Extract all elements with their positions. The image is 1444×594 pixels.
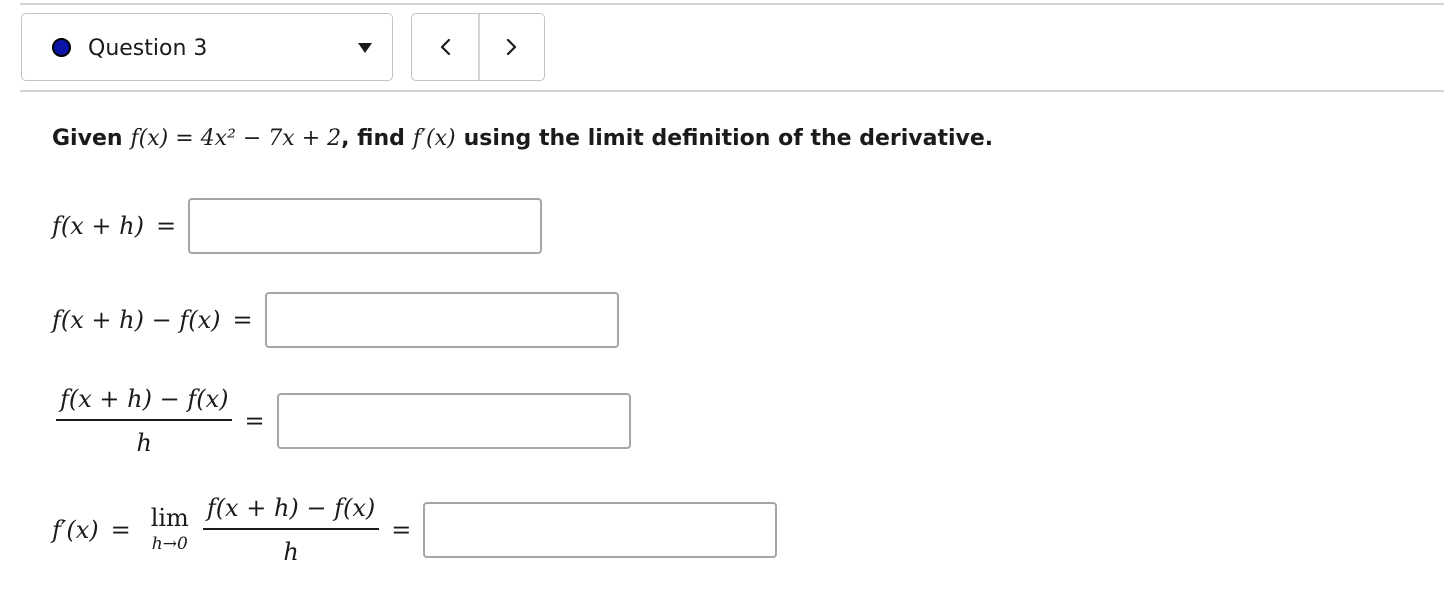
row4-denominator: h (283, 538, 299, 566)
prompt-rest: using the limit definition of the deriva… (463, 126, 994, 151)
row4-lhs: f′(x) (52, 516, 99, 544)
header-divider (20, 90, 1444, 92)
row3-numerator: f(x + h) − f(x) (60, 385, 229, 413)
difference-quotient-fraction: f(x + h) − f(x) h (56, 385, 233, 457)
previous-question-button[interactable] (412, 14, 478, 80)
row-f-x-plus-h: f(x + h) = (52, 198, 543, 254)
row2-equals: = (232, 306, 253, 334)
row-difference: f(x + h) − f(x) = (52, 292, 619, 348)
question-prompt: Given f(x) = 4x² − 7x + 2 , find f′(x) u… (52, 126, 993, 151)
question-selector-dropdown[interactable]: Question 3 (21, 13, 393, 81)
chevron-right-icon (506, 38, 517, 56)
answer-input-difference[interactable] (264, 292, 619, 348)
prompt-find: , find (341, 126, 405, 151)
caret-down-icon (358, 43, 372, 53)
row2-lhs: f(x + h) − f(x) (52, 306, 221, 334)
row4-numerator: f(x + h) − f(x) (206, 494, 376, 522)
row1-equals: = (155, 212, 177, 240)
prompt-given: Given (52, 126, 123, 151)
row4-equals: = (110, 516, 131, 544)
limit-word: lim (150, 504, 189, 532)
next-question-button[interactable] (477, 14, 544, 80)
row3-equals: = (244, 407, 265, 435)
row4-equals-2: = (391, 516, 412, 544)
question-label: Question 3 (88, 36, 208, 61)
limit-fraction: f(x + h) − f(x) h (202, 494, 380, 566)
answer-input-derivative[interactable] (423, 502, 778, 558)
question-status-indicator (52, 38, 71, 57)
chevron-left-icon (440, 38, 451, 56)
function-expression: f(x) = 4x² − 7x + 2 (130, 126, 342, 151)
limit-operator: lim h→0 (151, 506, 189, 554)
row-difference-quotient: f(x + h) − f(x) h = (56, 385, 631, 457)
limit-subscript: h→0 (151, 534, 188, 554)
answer-input-difference-quotient[interactable] (276, 393, 631, 449)
answer-input-f-x-plus-h[interactable] (188, 198, 543, 254)
derivative-expression: f′(x) (412, 126, 456, 151)
question-navigation (411, 13, 545, 81)
top-divider (20, 3, 1444, 5)
row-derivative-limit: f′(x) = lim h→0 f(x + h) − f(x) h = (52, 494, 778, 566)
row1-lhs: f(x + h) (52, 212, 144, 240)
row3-denominator: h (136, 429, 152, 457)
